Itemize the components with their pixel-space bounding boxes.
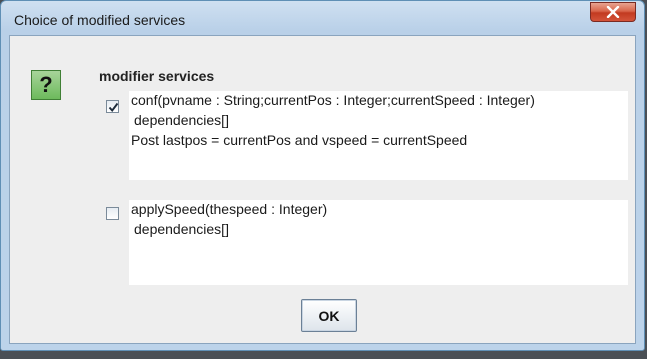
dialog-content: ? modifier services conf(pvname : String…: [9, 35, 636, 344]
checkmark-icon: [108, 102, 119, 112]
dialog-window: Choice of modified services ? modifier s…: [0, 0, 645, 351]
ok-button[interactable]: OK: [301, 299, 357, 332]
option-applyspeed-signature: applySpeed(thespeed : Integer): [131, 201, 328, 217]
question-glyph: ?: [39, 72, 53, 97]
option-conf-dependencies: dependencies[]: [134, 112, 229, 128]
close-button[interactable]: [590, 2, 636, 22]
option-conf-post: Post lastpos = currentPos and vspeed = c…: [131, 132, 468, 148]
option-conf-signature: conf(pvname : String;currentPos : Intege…: [131, 92, 535, 108]
option-applyspeed[interactable]: applySpeed(thespeed : Integer) dependenc…: [129, 200, 628, 285]
checkbox-applyspeed[interactable]: [106, 207, 119, 220]
close-icon: [606, 6, 620, 18]
checkbox-conf[interactable]: [106, 100, 119, 113]
title-bar[interactable]: Choice of modified services: [1, 1, 644, 35]
question-icon: ?: [31, 70, 61, 100]
dialog-title: Choice of modified services: [14, 12, 186, 28]
heading-modifier-services: modifier services: [99, 68, 215, 84]
option-conf[interactable]: conf(pvname : String;currentPos : Intege…: [129, 91, 628, 180]
option-applyspeed-dependencies: dependencies[]: [134, 221, 229, 237]
